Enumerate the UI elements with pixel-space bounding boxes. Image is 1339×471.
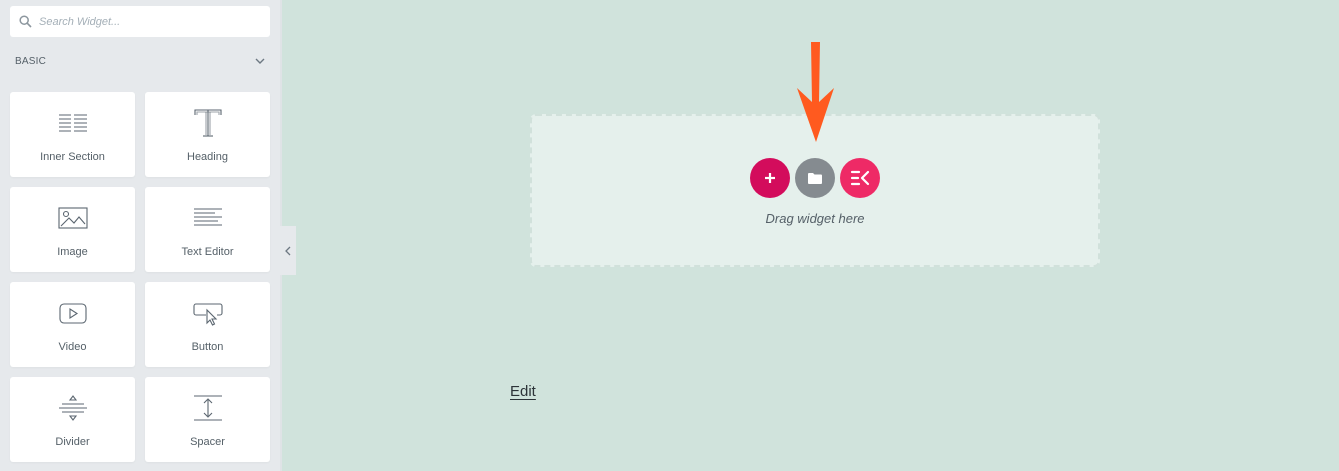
widget-inner-section[interactable]: Inner Section bbox=[10, 92, 135, 177]
arrow-down-icon bbox=[797, 42, 834, 142]
widget-label: Button bbox=[191, 341, 224, 353]
widget-image[interactable]: Image bbox=[10, 187, 135, 272]
spacer-icon bbox=[145, 393, 270, 423]
folder-icon bbox=[808, 172, 822, 184]
drop-zone-hint: Drag widget here bbox=[765, 211, 865, 226]
chevron-down-icon bbox=[255, 58, 265, 64]
widget-video[interactable]: Video bbox=[10, 282, 135, 367]
chevron-left-icon bbox=[285, 246, 291, 255]
video-icon bbox=[10, 298, 135, 328]
search-icon bbox=[19, 15, 32, 28]
search-input[interactable] bbox=[39, 15, 249, 28]
image-icon bbox=[10, 203, 135, 233]
elementskit-logo-icon bbox=[850, 170, 870, 186]
widget-spacer[interactable]: Spacer bbox=[145, 377, 270, 462]
add-template-button[interactable] bbox=[795, 158, 835, 198]
add-section-button[interactable] bbox=[750, 158, 790, 198]
widget-divider[interactable]: Divider bbox=[10, 377, 135, 462]
widget-label: Inner Section bbox=[40, 151, 105, 163]
elementskit-library-button[interactable] bbox=[840, 158, 880, 198]
collapse-panel-toggle[interactable] bbox=[280, 226, 296, 275]
search-box[interactable] bbox=[10, 6, 270, 37]
divider-icon bbox=[10, 393, 135, 423]
widget-panel: BASIC Inner Section Heading Image bbox=[0, 0, 280, 471]
heading-icon bbox=[145, 108, 270, 138]
widget-label: Video bbox=[58, 341, 87, 353]
widget-label: Heading bbox=[187, 151, 228, 163]
text-editor-icon bbox=[145, 203, 270, 233]
category-header-basic[interactable]: BASIC bbox=[15, 52, 270, 70]
category-title: BASIC bbox=[15, 55, 47, 67]
widget-button[interactable]: Button bbox=[145, 282, 270, 367]
widget-heading[interactable]: Heading bbox=[145, 92, 270, 177]
widget-label: Text Editor bbox=[181, 246, 234, 258]
inner-section-icon bbox=[10, 108, 135, 138]
widget-label: Spacer bbox=[190, 436, 225, 448]
widget-label: Divider bbox=[55, 436, 90, 448]
button-icon bbox=[145, 298, 270, 328]
widget-text-editor[interactable]: Text Editor bbox=[145, 187, 270, 272]
widget-label: Image bbox=[57, 246, 88, 258]
plus-icon bbox=[765, 173, 775, 183]
edit-link[interactable]: Edit bbox=[510, 383, 536, 400]
